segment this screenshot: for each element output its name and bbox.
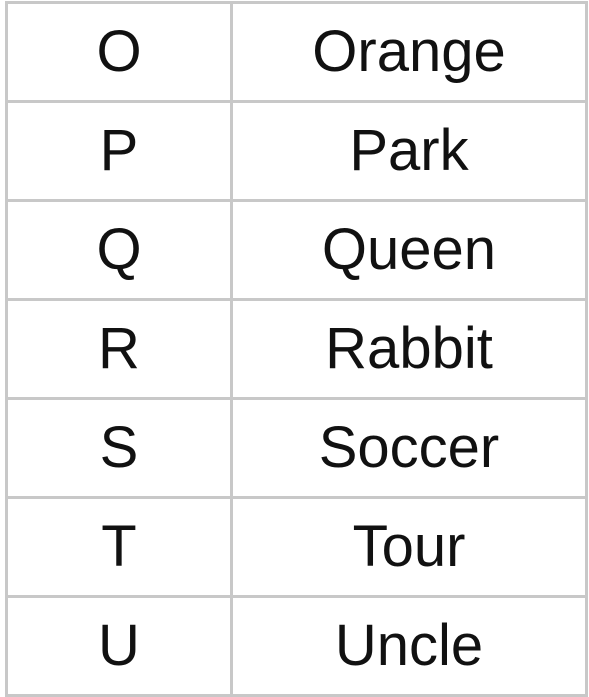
word-cell: Uncle <box>230 595 588 697</box>
table-row: S Soccer <box>5 397 588 499</box>
word-cell: Tour <box>230 496 588 598</box>
table-row: O Orange <box>5 1 588 103</box>
letter-cell: O <box>5 1 233 103</box>
letter-cell: R <box>5 298 233 400</box>
letter-word-table: O Orange P Park Q Queen R Rabbit S Socce… <box>5 1 588 697</box>
table-row: T Tour <box>5 496 588 598</box>
word-cell: Park <box>230 100 588 202</box>
word-cell: Rabbit <box>230 298 588 400</box>
letter-cell: T <box>5 496 233 598</box>
letter-cell: Q <box>5 199 233 301</box>
word-cell: Soccer <box>230 397 588 499</box>
table-row: P Park <box>5 100 588 202</box>
word-cell: Orange <box>230 1 588 103</box>
letter-cell: U <box>5 595 233 697</box>
word-cell: Queen <box>230 199 588 301</box>
letter-cell: S <box>5 397 233 499</box>
table-row: U Uncle <box>5 595 588 697</box>
letter-cell: P <box>5 100 233 202</box>
table-row: R Rabbit <box>5 298 588 400</box>
table-row: Q Queen <box>5 199 588 301</box>
